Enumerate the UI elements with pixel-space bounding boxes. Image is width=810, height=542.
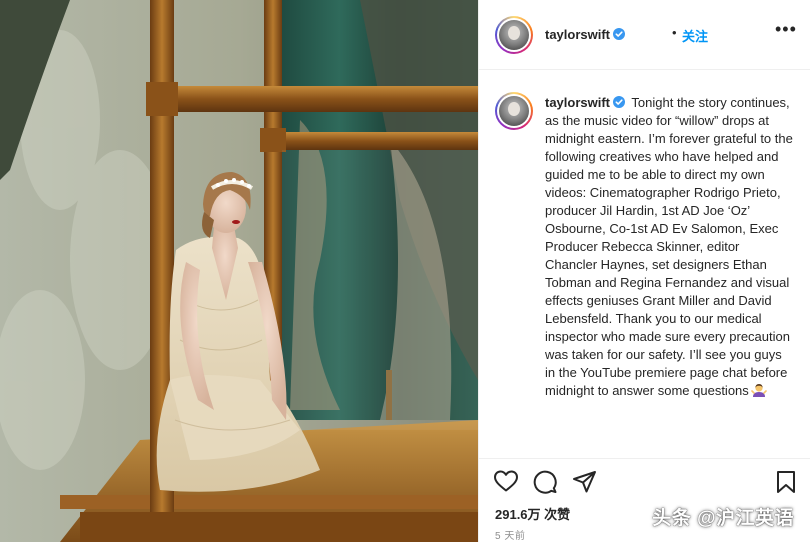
caption-username[interactable]: taylorswift (545, 95, 626, 110)
header-username[interactable]: taylorswift (545, 27, 626, 42)
caption-text: Tonight the story continues, as the musi… (545, 95, 793, 398)
woman-shrugging-emoji-icon (750, 384, 767, 397)
post-photo[interactable] (0, 0, 478, 542)
header-username-text[interactable]: taylorswift (545, 27, 610, 42)
post-sidebar: taylorswift • 关注 ••• taylorswift Tonight… (478, 0, 810, 542)
verified-badge-icon (613, 28, 626, 40)
caption-avatar[interactable] (495, 92, 533, 130)
post-time[interactable]: 5 天前 (495, 527, 525, 542)
bookmark-icon[interactable] (775, 470, 797, 494)
more-options-icon[interactable]: ••• (775, 20, 797, 42)
verified-badge-icon (613, 96, 626, 108)
likes-count[interactable]: 291.6万 次赞 (495, 504, 570, 523)
caption-section: taylorswift Tonight the story continues,… (479, 70, 810, 460)
comment-icon[interactable] (532, 470, 558, 494)
separator-dot: • (672, 25, 677, 40)
caption-username-text[interactable]: taylorswift (545, 95, 610, 110)
follow-button[interactable]: 关注 (682, 26, 708, 45)
avatar[interactable] (495, 16, 533, 54)
post-photo-illustration (0, 0, 478, 542)
heart-icon[interactable] (493, 469, 519, 493)
watermark: 头条 @沪江英语 (652, 508, 794, 529)
post-header: taylorswift • 关注 ••• (479, 0, 810, 70)
caption: taylorswift Tonight the story continues,… (545, 94, 795, 400)
share-icon[interactable] (572, 470, 598, 494)
instagram-post: taylorswift • 关注 ••• taylorswift Tonight… (0, 0, 810, 542)
